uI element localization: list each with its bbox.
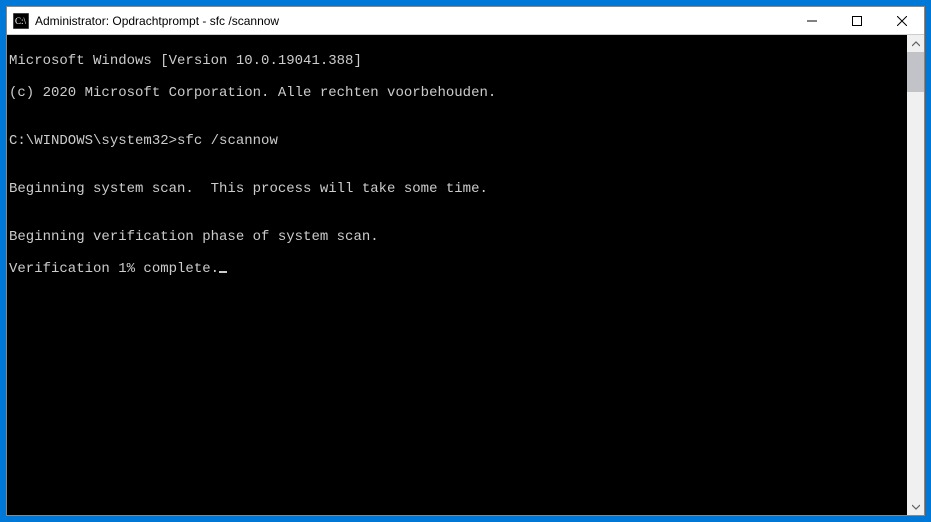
titlebar[interactable]: C:\ Administrator: Opdrachtprompt - sfc … — [7, 7, 924, 35]
content-area: Microsoft Windows [Version 10.0.19041.38… — [7, 35, 924, 515]
output-line: Beginning system scan. This process will… — [9, 181, 907, 197]
maximize-icon — [852, 16, 862, 26]
close-icon — [897, 16, 907, 26]
output-line: (c) 2020 Microsoft Corporation. Alle rec… — [9, 85, 907, 101]
cursor — [219, 271, 227, 273]
vertical-scrollbar[interactable] — [907, 35, 924, 515]
progress-text: Verification 1% complete. — [9, 261, 219, 277]
close-button[interactable] — [879, 7, 924, 34]
window-controls — [789, 7, 924, 34]
scroll-track[interactable] — [907, 52, 924, 498]
scroll-thumb[interactable] — [907, 52, 924, 92]
window-title: Administrator: Opdrachtprompt - sfc /sca… — [35, 14, 789, 28]
chevron-down-icon — [912, 503, 920, 511]
command-text: sfc /scannow — [177, 133, 278, 149]
command-prompt-window: C:\ Administrator: Opdrachtprompt - sfc … — [6, 6, 925, 516]
output-line: Microsoft Windows [Version 10.0.19041.38… — [9, 53, 907, 69]
output-line: Verification 1% complete. — [9, 261, 907, 277]
chevron-up-icon — [912, 40, 920, 48]
minimize-button[interactable] — [789, 7, 834, 34]
output-line: Beginning verification phase of system s… — [9, 229, 907, 245]
maximize-button[interactable] — [834, 7, 879, 34]
minimize-icon — [807, 16, 817, 26]
svg-text:C:\: C:\ — [15, 16, 27, 26]
prompt-text: C:\WINDOWS\system32> — [9, 133, 177, 149]
terminal-output[interactable]: Microsoft Windows [Version 10.0.19041.38… — [7, 35, 907, 515]
scroll-up-button[interactable] — [907, 35, 924, 52]
prompt-line: C:\WINDOWS\system32>sfc /scannow — [9, 133, 907, 149]
scroll-down-button[interactable] — [907, 498, 924, 515]
cmd-icon: C:\ — [13, 13, 29, 29]
